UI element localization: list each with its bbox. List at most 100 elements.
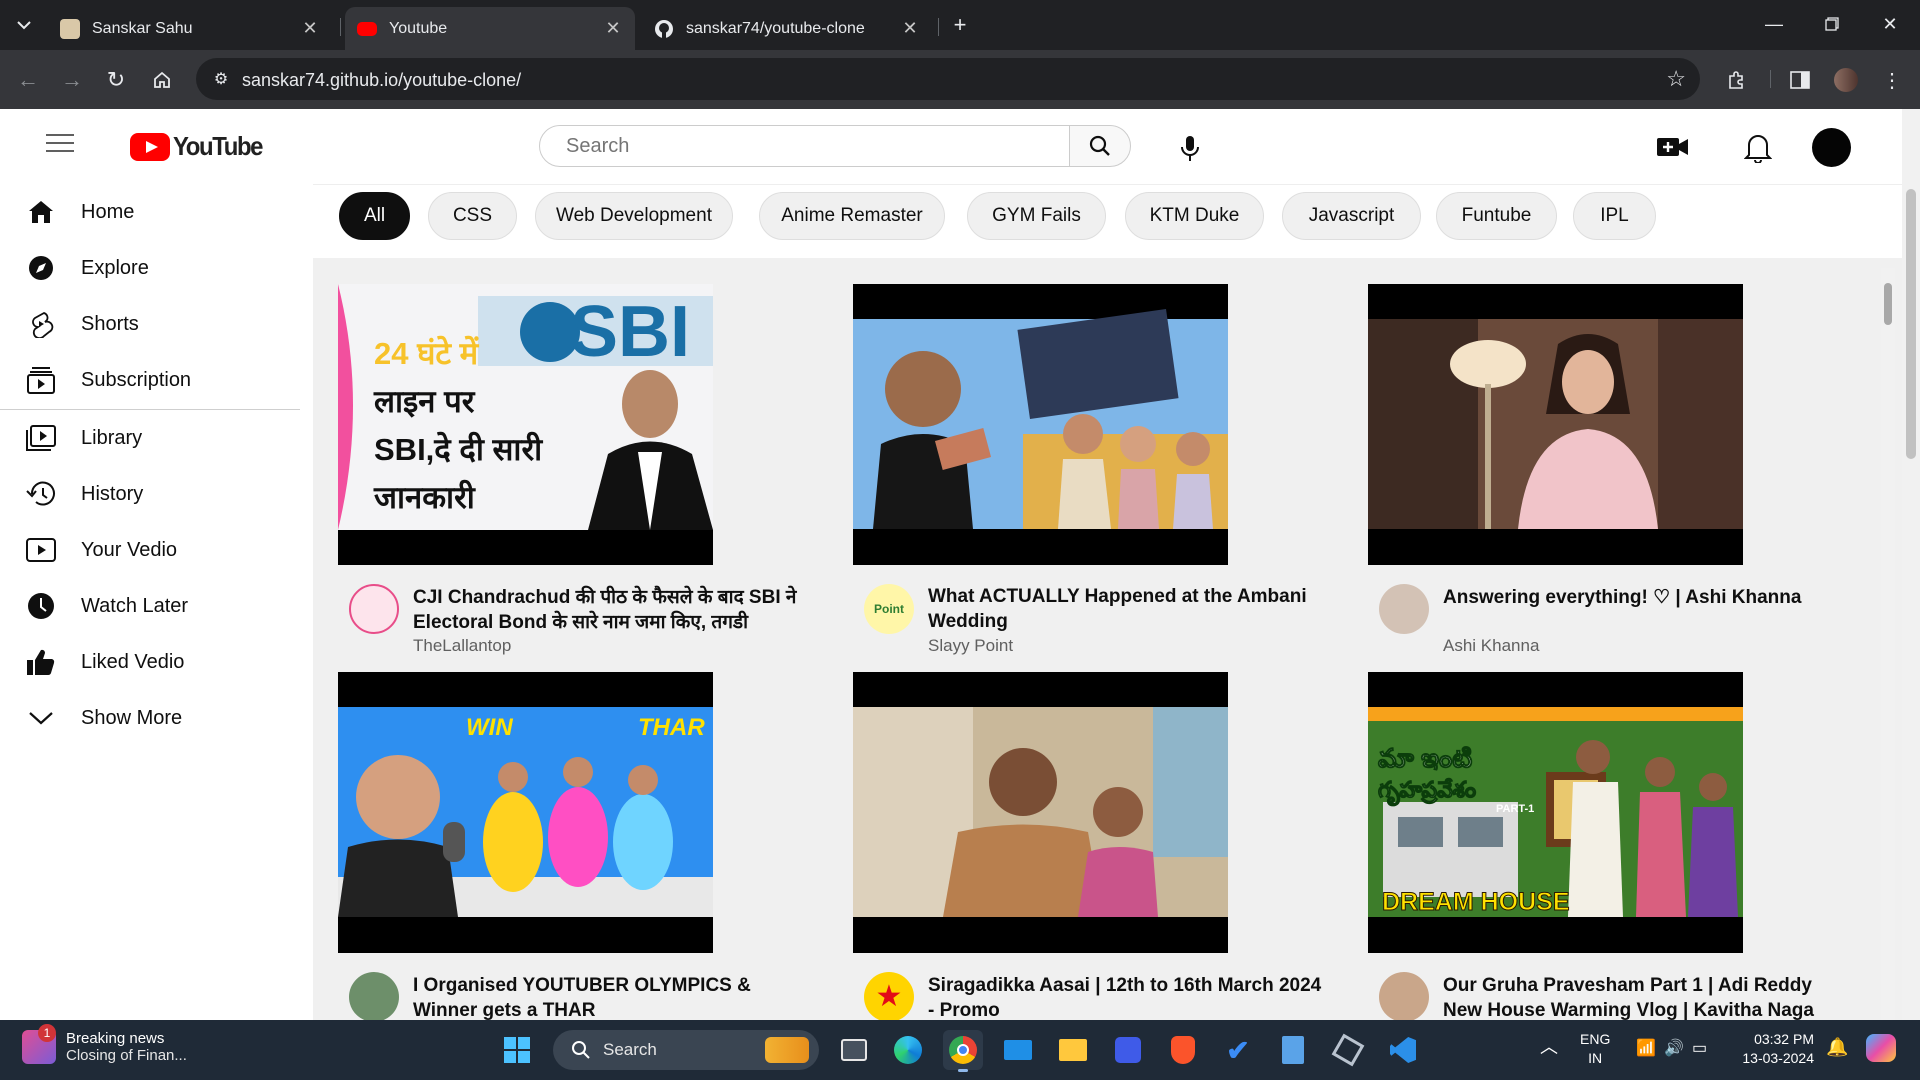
app-button-2[interactable] xyxy=(1328,1030,1368,1070)
tab-search-button[interactable] xyxy=(8,9,40,41)
bookmark-star-icon[interactable]: ☆ xyxy=(1666,66,1686,92)
chip-anime-remaster[interactable]: Anime Remaster xyxy=(759,192,945,240)
battery-icon[interactable]: ▭ xyxy=(1692,1039,1707,1058)
video-card[interactable]: WIN THAR I Organised YOUTUBER OLYMPICS &… xyxy=(313,646,793,1020)
restore-button[interactable] xyxy=(1803,0,1861,48)
tab-github[interactable]: sanskar74/youtube-clone ✕ xyxy=(642,7,932,50)
video-card[interactable]: ★ Siragadikka Aasai | 12th to 16th March… xyxy=(828,646,1321,1020)
profile-button[interactable] xyxy=(1830,64,1862,96)
vscode-button[interactable] xyxy=(1383,1030,1423,1070)
chip-funtube[interactable]: Funtube xyxy=(1436,192,1557,240)
video-thumbnail[interactable]: WIN THAR xyxy=(338,672,713,953)
video-thumbnail[interactable]: మా ఇంటి గృహప్రవేశం PART-1 DREAM HOUSE xyxy=(1368,672,1743,953)
video-title[interactable]: CJI Chandrachud की पीठ के फैसले के बाद S… xyxy=(413,585,813,635)
video-title[interactable]: I Organised YOUTUBER OLYMPICS & Winner g… xyxy=(413,973,813,1020)
browser-menu-button[interactable]: ⋮ xyxy=(1876,64,1908,96)
chip-all[interactable]: All xyxy=(339,192,410,240)
task-view-button[interactable] xyxy=(834,1030,874,1070)
language-indicator[interactable]: ENG IN xyxy=(1580,1030,1610,1068)
close-tab-icon[interactable]: ✕ xyxy=(900,18,920,39)
site-info-icon[interactable]: ⚙ xyxy=(210,68,232,90)
file-explorer-button[interactable] xyxy=(1053,1030,1093,1070)
edge-button[interactable] xyxy=(888,1030,928,1070)
chip-css[interactable]: CSS xyxy=(428,192,517,240)
extensions-button[interactable] xyxy=(1720,64,1752,96)
chip-ipl[interactable]: IPL xyxy=(1573,192,1656,240)
page-scrollbar[interactable] xyxy=(1902,109,1920,1020)
channel-avatar[interactable] xyxy=(1379,584,1429,634)
window-close-button[interactable]: ✕ xyxy=(1861,0,1919,48)
hamburger-menu-icon[interactable] xyxy=(46,134,74,154)
tab-sanskar-sahu[interactable]: Sanskar Sahu ✕ xyxy=(48,7,332,50)
scrollbar-thumb[interactable] xyxy=(1884,283,1892,325)
news-widget[interactable]: 1 Breaking news Closing of Finan... xyxy=(22,1024,187,1064)
video-thumbnail[interactable] xyxy=(853,284,1228,565)
app-button[interactable] xyxy=(1108,1030,1148,1070)
sidebar-item-watch-later[interactable]: Watch Later xyxy=(0,581,300,631)
brave-button[interactable] xyxy=(1163,1030,1203,1070)
chrome-button[interactable] xyxy=(943,1030,983,1072)
video-thumbnail[interactable] xyxy=(853,672,1228,953)
reload-button[interactable]: ↻ xyxy=(100,64,132,96)
channel-avatar[interactable]: Point xyxy=(864,584,914,634)
close-tab-icon[interactable]: ✕ xyxy=(300,18,320,39)
channel-avatar[interactable] xyxy=(349,972,399,1020)
channel-avatar[interactable]: ★ xyxy=(864,972,914,1020)
sidebar-item-liked-vedio[interactable]: Liked Vedio xyxy=(0,637,300,687)
show-hidden-icons-button[interactable]: ︿ xyxy=(1540,1038,1558,1057)
address-bar[interactable]: ⚙ sanskar74.github.io/youtube-clone/ ☆ xyxy=(196,58,1700,100)
feed-scrollbar[interactable] xyxy=(1881,268,1895,1020)
todo-button[interactable]: ✔ xyxy=(1218,1030,1258,1070)
scrollbar-thumb[interactable] xyxy=(1906,189,1916,459)
back-button[interactable]: ← xyxy=(12,64,44,96)
video-card[interactable]: మా ఇంటి గృహప్రవేశం PART-1 DREAM HOUSE Ou… xyxy=(1343,646,1823,1020)
create-video-icon[interactable] xyxy=(1656,133,1690,161)
home-button[interactable] xyxy=(146,64,178,96)
sidebar-item-your-vedio[interactable]: Your Vedio xyxy=(0,525,300,575)
chip-javascript[interactable]: Javascript xyxy=(1282,192,1421,240)
video-card[interactable]: Answering everything! ♡ | Ashi Khanna As… xyxy=(1343,258,1823,655)
video-thumbnail[interactable] xyxy=(1368,284,1743,565)
video-title[interactable]: Answering everything! ♡ | Ashi Khanna xyxy=(1443,585,1843,610)
channel-avatar[interactable] xyxy=(1379,972,1429,1020)
mail-button[interactable] xyxy=(998,1030,1038,1070)
url-text[interactable]: sanskar74.github.io/youtube-clone/ xyxy=(242,70,521,91)
sidebar-item-show-more[interactable]: Show More xyxy=(0,693,300,743)
video-title[interactable]: Our Gruha Pravesham Part 1 | Adi Reddy N… xyxy=(1443,973,1843,1020)
taskbar-search[interactable]: Search xyxy=(553,1030,819,1070)
side-panel-button[interactable] xyxy=(1784,64,1816,96)
notifications-icon[interactable]: 🔔 xyxy=(1826,1038,1848,1057)
chip-ktm-duke[interactable]: KTM Duke xyxy=(1125,192,1264,240)
video-thumbnail[interactable]: SBI 24 घंटे में लाइन पर SBI,दे दी सारी ज… xyxy=(338,284,713,565)
search-input[interactable] xyxy=(539,125,1070,167)
chip-gym-fails[interactable]: GYM Fails xyxy=(967,192,1106,240)
minimize-button[interactable]: — xyxy=(1745,0,1803,48)
chip-web-development[interactable]: Web Development xyxy=(535,192,733,240)
wifi-icon[interactable]: 📶 xyxy=(1636,1039,1656,1058)
youtube-logo[interactable]: YouTube xyxy=(130,131,270,162)
video-title[interactable]: What ACTUALLY Happened at the Ambani Wed… xyxy=(928,584,1328,634)
close-tab-icon[interactable]: ✕ xyxy=(603,18,623,39)
clock[interactable]: 03:32 PM 13-03-2024 xyxy=(1728,1030,1814,1068)
channel-avatar[interactable] xyxy=(349,584,399,634)
forward-button[interactable]: → xyxy=(56,64,88,96)
notifications-bell-icon[interactable] xyxy=(1744,131,1772,163)
search-button[interactable] xyxy=(1069,125,1131,167)
microphone-icon[interactable] xyxy=(1178,135,1202,163)
tab-youtube[interactable]: Youtube ✕ xyxy=(345,7,635,50)
sidebar-item-history[interactable]: History xyxy=(0,469,300,519)
sidebar-item-subscription[interactable]: Subscription xyxy=(0,355,300,405)
user-avatar[interactable] xyxy=(1812,128,1851,167)
video-card[interactable]: Point What ACTUALLY Happened at the Amba… xyxy=(828,258,1308,655)
start-button[interactable] xyxy=(497,1030,537,1070)
notepad-button[interactable] xyxy=(1273,1030,1313,1070)
sidebar-item-explore[interactable]: Explore xyxy=(0,243,300,293)
video-card[interactable]: SBI 24 घंटे में लाइन पर SBI,दे दी सारी ज… xyxy=(313,258,796,655)
sidebar-item-home[interactable]: Home xyxy=(0,187,300,237)
new-tab-button[interactable]: + xyxy=(944,9,976,41)
sidebar-item-library[interactable]: Library xyxy=(0,413,300,463)
copilot-button[interactable] xyxy=(1866,1034,1896,1062)
volume-icon[interactable]: 🔊 xyxy=(1664,1039,1684,1058)
sidebar-item-shorts[interactable]: Shorts xyxy=(0,299,300,349)
video-title[interactable]: Siragadikka Aasai | 12th to 16th March 2… xyxy=(928,973,1328,1020)
